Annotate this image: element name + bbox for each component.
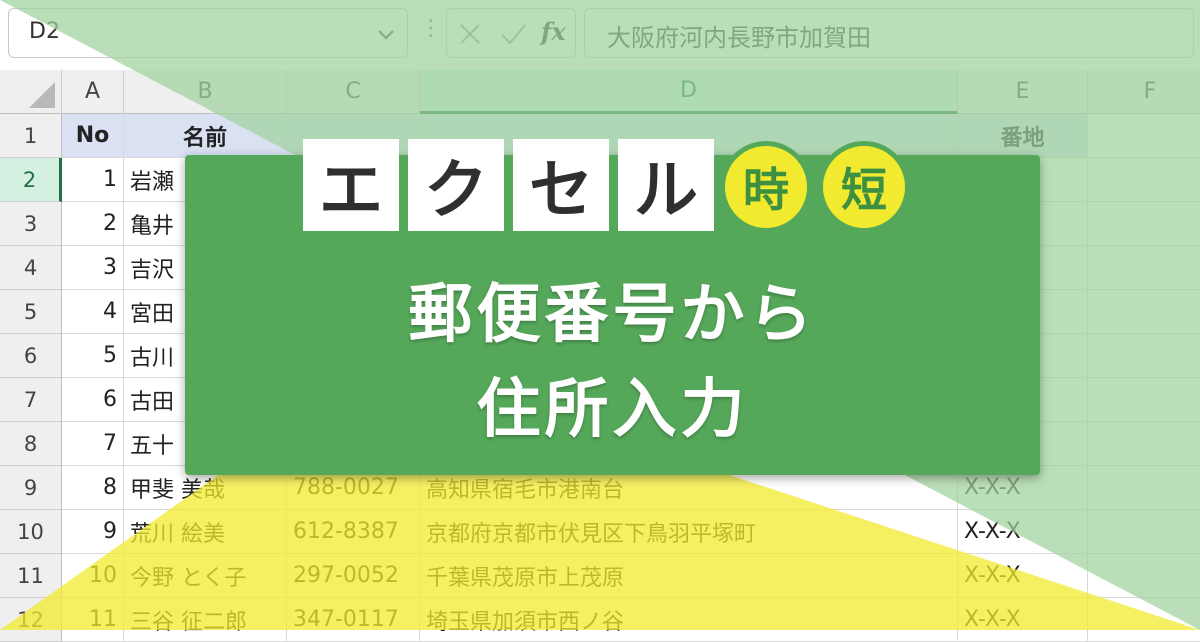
formula-input[interactable]: 大阪府河内長野市加賀田 (584, 8, 1194, 58)
header-cell-no[interactable]: No (62, 114, 124, 158)
cell-name[interactable]: 三谷 征二郎 (124, 598, 287, 642)
cell-address[interactable]: 京都府京都市伏見区下鳥羽平塚町 (420, 510, 958, 554)
row-header[interactable]: 6 (0, 334, 62, 378)
cell[interactable] (1088, 378, 1200, 422)
cell-no[interactable]: 2 (62, 202, 124, 246)
row-header[interactable]: 1 (0, 114, 62, 158)
banner-title-line2: 住所入力 (476, 373, 749, 447)
column-header-f[interactable]: F (1088, 70, 1200, 114)
cell-no[interactable]: 10 (62, 554, 124, 598)
row-header[interactable]: 8 (0, 422, 62, 466)
row-header[interactable]: 3 (0, 202, 62, 246)
cell-no[interactable]: 8 (62, 466, 124, 510)
cell-no[interactable]: 5 (62, 334, 124, 378)
name-box-value: D2 (29, 19, 60, 44)
cell-no[interactable]: 9 (62, 510, 124, 554)
cell-num[interactable]: X-X-X (958, 554, 1088, 598)
row-header[interactable]: 9 (0, 466, 62, 510)
formula-bar-buttons: fx (446, 8, 576, 58)
cancel-icon[interactable] (457, 21, 483, 51)
cell[interactable] (1088, 466, 1200, 510)
select-all-button[interactable] (0, 70, 62, 114)
formula-bar: D2 ⋮ fx 大阪府河内長野市加賀田 (0, 0, 1200, 71)
cell-address[interactable]: 埼玉県加須市西ノ谷 (420, 598, 958, 642)
cell-zip[interactable]: 612-8387 (287, 510, 420, 554)
row-header[interactable]: 7 (0, 378, 62, 422)
row-header[interactable]: 11 (0, 554, 62, 598)
cell-zip[interactable]: 297-0052 (287, 554, 420, 598)
logo-kana: エ (303, 139, 399, 231)
logo-kana: ク (408, 139, 504, 231)
cell[interactable] (1088, 158, 1200, 202)
logo-kanji: 時 (720, 141, 812, 233)
cell[interactable] (1088, 290, 1200, 334)
excel-jitan-logo: エ ク セ ル 時 短 (295, 125, 925, 233)
cell[interactable] (1088, 246, 1200, 290)
cell-num[interactable]: X-X-X (958, 510, 1088, 554)
header-cell-name[interactable]: 名前 (124, 114, 287, 158)
column-header-a[interactable]: A (62, 70, 124, 114)
cell-no[interactable]: 4 (62, 290, 124, 334)
insert-function-icon[interactable]: fx (541, 17, 566, 46)
column-header-c[interactable]: C (287, 70, 420, 114)
logo-kana: ル (618, 139, 714, 231)
cell[interactable] (1088, 114, 1200, 158)
cell-address[interactable]: 千葉県茂原市上茂原 (420, 554, 958, 598)
cell-no[interactable]: 11 (62, 598, 124, 642)
cell[interactable] (1088, 422, 1200, 466)
cell[interactable] (1088, 202, 1200, 246)
column-header-d[interactable]: D (420, 70, 958, 114)
row-header[interactable]: 5 (0, 290, 62, 334)
chevron-down-icon[interactable] (377, 26, 395, 45)
cell-no[interactable]: 7 (62, 422, 124, 466)
cell-name[interactable]: 荒川 絵美 (124, 510, 287, 554)
cell-no[interactable]: 6 (62, 378, 124, 422)
cell[interactable] (1088, 598, 1200, 642)
more-icon[interactable]: ⋮ (420, 18, 442, 40)
name-box[interactable]: D2 (8, 8, 408, 58)
cell-name[interactable]: 今野 とく子 (124, 554, 287, 598)
row-header[interactable]: 2 (0, 158, 62, 202)
banner-title-line1: 郵便番号から (408, 278, 817, 352)
column-header-b[interactable]: B (124, 70, 287, 114)
cell[interactable] (1088, 334, 1200, 378)
header-cell-number[interactable]: 番地 (958, 114, 1088, 158)
column-header-e[interactable]: E (958, 70, 1088, 114)
row-header[interactable]: 4 (0, 246, 62, 290)
formula-value: 大阪府河内長野市加賀田 (607, 24, 871, 52)
cell-no[interactable]: 1 (62, 158, 124, 202)
cell-no[interactable]: 3 (62, 246, 124, 290)
cell[interactable] (1088, 510, 1200, 554)
cell-num[interactable]: X-X-X (958, 598, 1088, 642)
enter-icon[interactable] (499, 21, 527, 51)
row-header[interactable]: 10 (0, 510, 62, 554)
cell-zip[interactable]: 347-0117 (287, 598, 420, 642)
cell[interactable] (1088, 554, 1200, 598)
row-header[interactable]: 12 (0, 598, 62, 642)
logo-kanji: 短 (818, 141, 910, 233)
logo-kana: セ (513, 139, 609, 231)
